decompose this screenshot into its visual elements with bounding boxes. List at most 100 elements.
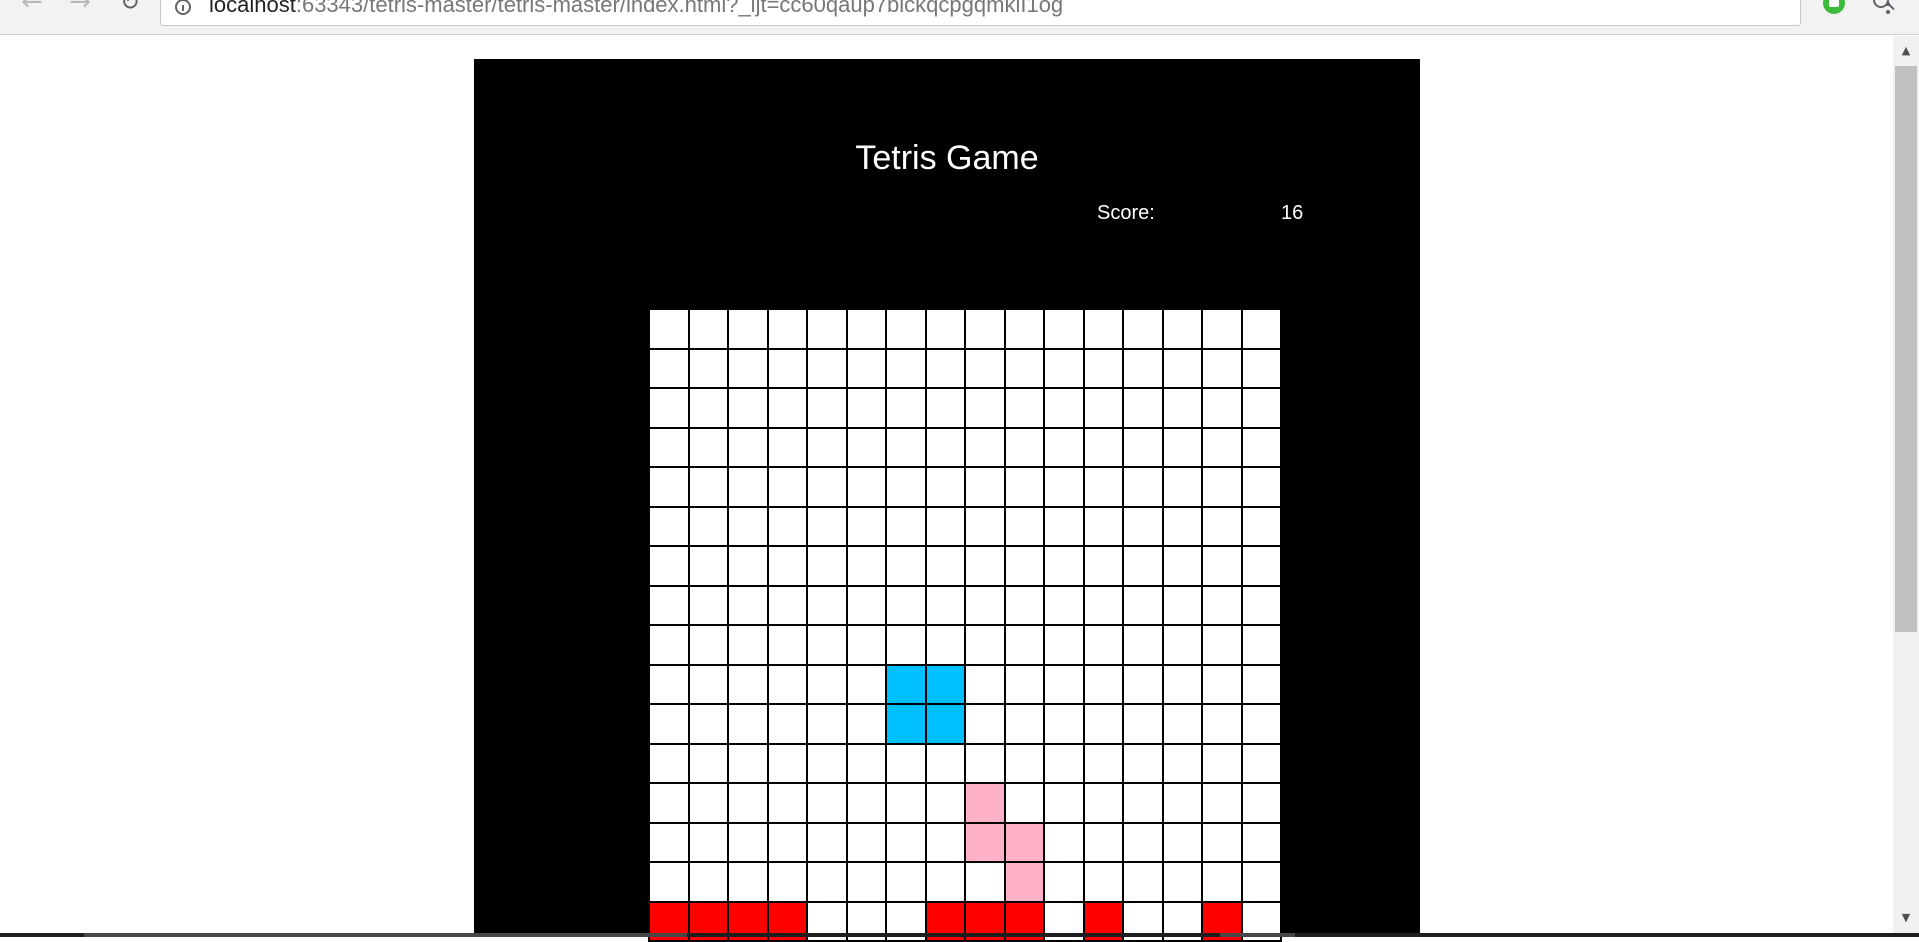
board-cell <box>1242 823 1280 861</box>
board-cell <box>650 705 688 743</box>
info-icon[interactable] <box>175 0 191 15</box>
board-cell <box>1005 547 1043 585</box>
url-path: :63343/tetris-master/tetris-master/index… <box>295 0 1064 17</box>
board-cell <box>847 784 885 822</box>
board-cell <box>1203 428 1241 466</box>
scroll-thumb[interactable] <box>1895 66 1917 632</box>
board-cell <box>1163 349 1201 387</box>
board-cell <box>966 586 1004 624</box>
board-cell <box>1163 705 1201 743</box>
board-cell <box>926 468 964 506</box>
board-cell <box>729 626 767 664</box>
board-cell <box>1084 428 1122 466</box>
board-cell <box>1242 507 1280 545</box>
scroll-down-arrow-icon[interactable]: ▼ <box>1893 907 1919 929</box>
board-cell <box>966 389 1004 427</box>
board-cell <box>650 310 688 348</box>
board-cell <box>1084 626 1122 664</box>
taskbar-item[interactable] <box>1220 933 1295 937</box>
board-cell <box>1242 547 1280 585</box>
board-cell <box>1124 310 1162 348</box>
board-cell <box>729 823 767 861</box>
board-cell <box>689 468 727 506</box>
taskbar-item[interactable] <box>84 933 687 937</box>
board-cell <box>926 547 964 585</box>
kebab-menu-icon[interactable] <box>1886 0 1890 18</box>
extension-icon[interactable] <box>1823 0 1845 14</box>
board-cell <box>1242 626 1280 664</box>
board-cell <box>1124 428 1162 466</box>
board-cell <box>1045 310 1083 348</box>
board-cell <box>1242 468 1280 506</box>
board-cell <box>808 389 846 427</box>
board-cell <box>650 784 688 822</box>
board-cell <box>1084 586 1122 624</box>
board-cell <box>729 586 767 624</box>
board-cell <box>1084 744 1122 782</box>
board-cell <box>729 310 767 348</box>
board-cell <box>808 626 846 664</box>
tetris-board[interactable] <box>648 308 1282 942</box>
board-cell <box>1163 665 1201 703</box>
board-cell <box>887 389 925 427</box>
url-text[interactable]: localhost:63343/tetris-master/tetris-mas… <box>209 0 1063 17</box>
address-bar[interactable]: localhost:63343/tetris-master/tetris-mas… <box>160 0 1889 26</box>
board-cell <box>808 784 846 822</box>
board-cell <box>966 744 1004 782</box>
board-cell <box>1005 626 1043 664</box>
board-cell <box>887 586 925 624</box>
board-cell <box>1005 744 1043 782</box>
board-cell <box>1045 349 1083 387</box>
board-cell <box>1045 468 1083 506</box>
board-cell <box>966 863 1004 901</box>
board-cell <box>926 744 964 782</box>
board-cell <box>1084 310 1122 348</box>
board-cell <box>689 823 727 861</box>
board-cell <box>808 705 846 743</box>
board-cell <box>966 665 1004 703</box>
board-cell <box>1242 784 1280 822</box>
board-cell <box>768 784 806 822</box>
board-cell <box>966 310 1004 348</box>
board-cell <box>729 547 767 585</box>
board-cell-o <box>887 665 925 703</box>
scroll-up-arrow-icon[interactable]: ▲ <box>1893 40 1919 62</box>
board-cell <box>1084 665 1122 703</box>
reload-icon[interactable]: ↻ <box>116 0 144 22</box>
board-cell <box>808 665 846 703</box>
board-cell <box>926 863 964 901</box>
board-cell <box>689 744 727 782</box>
board-cell <box>926 586 964 624</box>
game-title: Tetris Game <box>855 139 1039 177</box>
board-cell <box>768 547 806 585</box>
board-cell <box>1163 428 1201 466</box>
board-cell <box>1203 823 1241 861</box>
board-cell <box>1124 823 1162 861</box>
board-cell <box>1124 547 1162 585</box>
browser-toolbar: ← → ↻ localhost:63343/tetris-master/tetr… <box>0 0 1919 35</box>
board-cell <box>768 507 806 545</box>
board-cell <box>1005 784 1043 822</box>
board-cell <box>808 863 846 901</box>
board-cell <box>1163 468 1201 506</box>
forward-arrow-icon[interactable]: → <box>66 0 94 22</box>
board-cell <box>1084 349 1122 387</box>
back-arrow-icon[interactable]: ← <box>18 0 46 22</box>
board-cell <box>1163 784 1201 822</box>
board-cell <box>1124 507 1162 545</box>
board-cell <box>768 468 806 506</box>
board-cell <box>689 389 727 427</box>
board-cell <box>887 349 925 387</box>
board-cell <box>1163 744 1201 782</box>
board-cell <box>729 507 767 545</box>
board-cell <box>768 586 806 624</box>
board-cell <box>1005 468 1043 506</box>
board-cell <box>887 626 925 664</box>
board-cell-o <box>926 665 964 703</box>
page-scrollbar[interactable]: ▲ ▼ <box>1893 36 1919 933</box>
board-cell <box>1084 863 1122 901</box>
board-cell <box>650 389 688 427</box>
board-cell <box>1203 744 1241 782</box>
board-cell <box>926 310 964 348</box>
board-cell <box>887 863 925 901</box>
